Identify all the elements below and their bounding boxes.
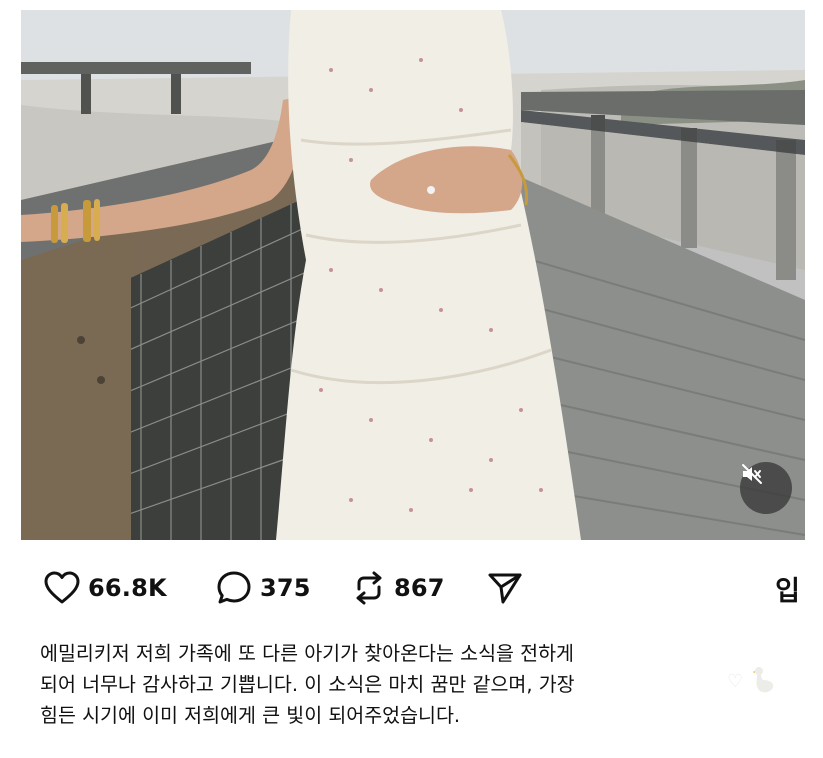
like-button[interactable]: 66.8K: [44, 566, 167, 610]
share-button[interactable]: [487, 566, 523, 610]
post-media[interactable]: [21, 10, 805, 540]
mute-toggle-button[interactable]: [740, 462, 792, 514]
caption-line: 에밀리키저 저희 가족에 또 다른 아기가 찾아온다는 소식을 전하게: [40, 642, 574, 665]
faded-heart-icon: ♡: [727, 671, 744, 692]
heart-icon: [44, 571, 80, 605]
repost-button[interactable]: 867: [352, 566, 445, 610]
caption-line: 되어 너무나 감사하고 기쁩니다. 이 소식은 마치 꿈만 같으며, 가장: [40, 673, 575, 696]
comment-count: 375: [260, 574, 311, 602]
muted-speaker-icon: [742, 464, 762, 484]
post-action-bar: 66.8K 375 867 입: [44, 566, 804, 610]
duck-emoji-icon: [752, 665, 775, 699]
like-count: 66.8K: [88, 574, 167, 602]
comment-button[interactable]: 375: [216, 566, 311, 610]
repost-count: 867: [394, 574, 445, 602]
comment-bubble-icon: [216, 570, 252, 606]
send-paper-plane-icon: [487, 570, 523, 606]
post-caption: 에밀리키저 저희 가족에 또 다른 아기가 찾아온다는 소식을 전하게 되어 너…: [40, 638, 780, 731]
caption-line: 힘든 시기에 이미 저희에게 큰 빛이 되어주었습니다.: [40, 704, 461, 727]
repost-icon: [352, 570, 386, 606]
truncated-right-text: 입: [775, 575, 800, 607]
post-photo: [21, 10, 805, 540]
